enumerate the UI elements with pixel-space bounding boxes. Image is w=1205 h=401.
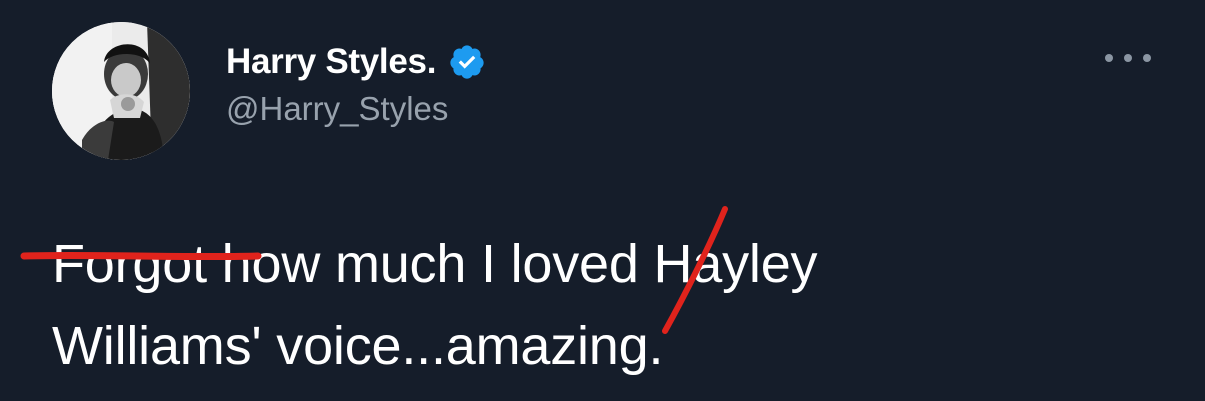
more-dot bbox=[1105, 54, 1113, 62]
author-handle[interactable]: @Harry_Styles bbox=[226, 90, 448, 128]
author-name-row: Harry Styles. bbox=[226, 40, 486, 84]
author-display-name[interactable]: Harry Styles. bbox=[226, 42, 436, 82]
tweet-text-line-1-rest: how much I loved Hayley bbox=[206, 234, 818, 294]
struck-word: Forgot bbox=[20, 223, 262, 305]
more-dot bbox=[1143, 54, 1151, 62]
struck-word-text: Forgot bbox=[52, 234, 207, 294]
author-avatar[interactable] bbox=[52, 22, 190, 160]
verified-badge-icon bbox=[450, 45, 484, 79]
tweet-text-line-1: Forgot how much I loved Hayley bbox=[20, 223, 1152, 305]
avatar-photo-icon bbox=[52, 22, 190, 160]
tweet-card: Harry Styles. @Harry_Styles Forgot how m… bbox=[0, 0, 1205, 401]
more-dot bbox=[1124, 54, 1132, 62]
tweet-text: Forgot how much I loved Hayley Williams'… bbox=[20, 223, 1152, 387]
tweet-text-line-2: Williams' voice...amazing. bbox=[52, 316, 664, 376]
more-horizontal-icon[interactable] bbox=[1105, 46, 1151, 70]
